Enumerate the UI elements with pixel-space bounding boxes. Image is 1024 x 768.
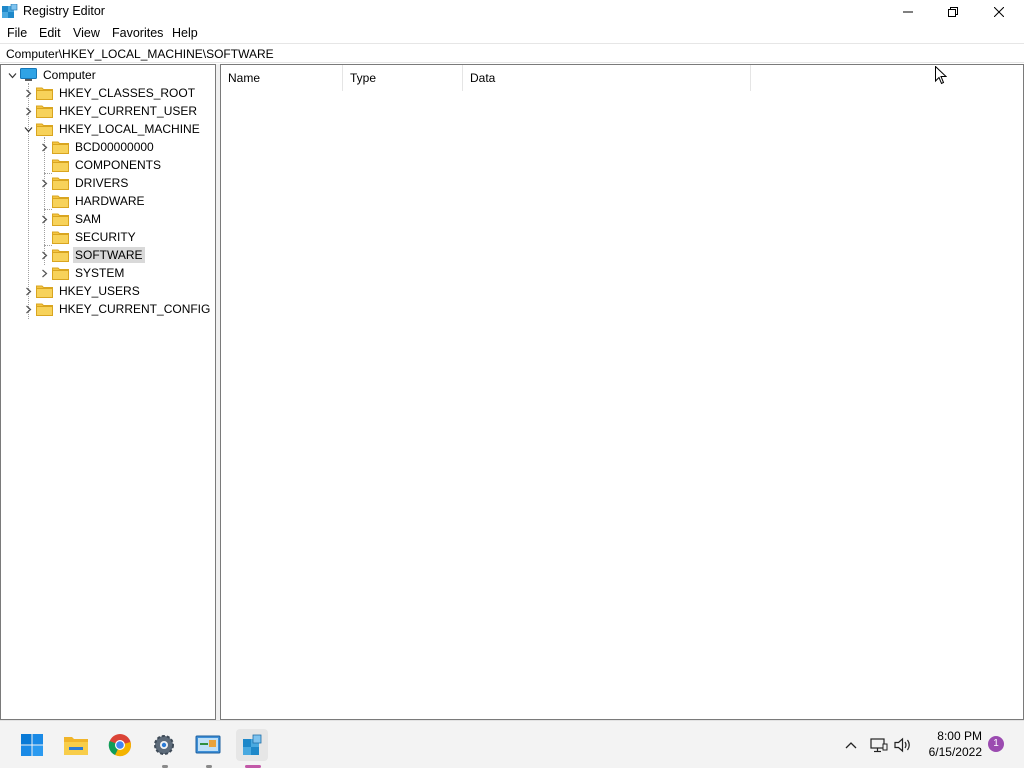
folder-icon — [52, 266, 69, 280]
settings-icon[interactable] — [148, 729, 180, 761]
tree-item-drivers[interactable]: DRIVERS — [36, 174, 130, 192]
folder-icon — [36, 104, 53, 118]
control-panel-icon[interactable] — [192, 729, 224, 761]
menu-view[interactable]: View — [73, 25, 100, 41]
chevron-down-icon[interactable] — [4, 66, 20, 84]
menu-file[interactable]: File — [7, 25, 27, 41]
tree-item-bcd00000000[interactable]: BCD00000000 — [36, 138, 156, 156]
tree-item-software[interactable]: SOFTWARE — [36, 246, 145, 264]
clock-date: 6/15/2022 — [928, 745, 982, 759]
tree-item-system[interactable]: SYSTEM — [36, 264, 126, 282]
tree-pane[interactable]: Computer HKEY_CLASSES_ROOT HKEY_CURRENT_… — [0, 64, 216, 720]
registry-editor-icon — [2, 3, 18, 20]
values-list-pane[interactable]: Name Type Data — [220, 64, 1024, 720]
tree-item-hkey-classes-root[interactable]: HKEY_CLASSES_ROOT — [20, 84, 197, 102]
chevron-right-icon[interactable] — [20, 84, 36, 102]
tree-item-sam[interactable]: SAM — [36, 210, 103, 228]
folder-icon — [52, 194, 69, 208]
clock-time: 8:00 PM — [937, 729, 982, 743]
tree-item-label: HKEY_CLASSES_ROOT — [59, 86, 196, 100]
menu-help[interactable]: Help — [172, 25, 198, 41]
tree-item-hkey-current-user[interactable]: HKEY_CURRENT_USER — [20, 102, 199, 120]
tree-item-security[interactable]: SECURITY — [36, 228, 138, 246]
folder-icon — [36, 86, 53, 100]
folder-icon — [52, 158, 69, 172]
folder-icon — [36, 302, 53, 316]
chevron-down-icon[interactable] — [20, 120, 36, 138]
menu-bar: File Edit View Favorites Help — [0, 24, 1024, 42]
tree-item-components[interactable]: COMPONENTS — [36, 156, 163, 174]
chevron-right-icon[interactable] — [20, 300, 36, 318]
minimize-button[interactable] — [885, 0, 931, 24]
chevron-right-icon[interactable] — [20, 102, 36, 120]
tree-item-label: HKEY_CURRENT_USER — [59, 104, 198, 118]
tree-item-hardware[interactable]: HARDWARE — [36, 192, 147, 210]
network-icon[interactable] — [868, 729, 890, 761]
list-header: Name Type Data — [221, 65, 1023, 91]
menu-favorites[interactable]: Favorites — [112, 25, 163, 41]
show-hidden-icons-chevron-up-icon[interactable] — [840, 729, 862, 761]
tree-item-label: SYSTEM — [75, 266, 125, 280]
registry-editor-icon[interactable] — [236, 729, 268, 761]
column-header-data[interactable]: Data — [463, 65, 751, 91]
taskbar-clock[interactable]: 8:00 PM 6/15/2022 — [918, 728, 982, 760]
taskbar: 8:00 PM 6/15/2022 — [0, 720, 1024, 768]
chevron-right-icon[interactable] — [36, 138, 52, 156]
folder-icon — [52, 212, 69, 226]
chevron-right-icon[interactable] — [20, 282, 36, 300]
chevron-right-icon[interactable] — [36, 246, 52, 264]
tree-item-hkey-current-config[interactable]: HKEY_CURRENT_CONFIG — [20, 300, 212, 318]
folder-icon — [52, 140, 69, 154]
tree-item-hkey-local-machine[interactable]: HKEY_LOCAL_MACHINE — [20, 120, 202, 138]
address-path[interactable]: Computer\HKEY_LOCAL_MACHINE\SOFTWARE — [6, 46, 274, 62]
window-title: Registry Editor — [23, 4, 105, 18]
folder-icon — [52, 230, 69, 244]
tree-item-label: SECURITY — [75, 230, 136, 244]
notification-badge[interactable]: 1 — [988, 736, 1004, 752]
folder-icon — [52, 176, 69, 190]
tree-item-label: DRIVERS — [75, 176, 129, 190]
tree-item-label: HKEY_CURRENT_CONFIG — [59, 302, 211, 316]
mouse-pointer-icon — [935, 65, 948, 88]
tree-item-label: HKEY_USERS — [59, 284, 140, 298]
chevron-right-icon[interactable] — [36, 210, 52, 228]
menu-edit[interactable]: Edit — [39, 25, 61, 41]
column-header-name[interactable]: Name — [221, 65, 343, 91]
chrome-icon[interactable] — [104, 729, 136, 761]
address-bar[interactable]: Computer\HKEY_LOCAL_MACHINE\SOFTWARE — [0, 43, 1024, 63]
folder-icon — [52, 248, 69, 262]
computer-icon — [20, 68, 37, 82]
tree-item-label: HKEY_LOCAL_MACHINE — [59, 122, 200, 136]
file-explorer-icon[interactable] — [60, 729, 92, 761]
chevron-right-icon[interactable] — [36, 174, 52, 192]
close-button[interactable] — [976, 0, 1022, 24]
tree-item-label: SOFTWARE — [73, 247, 145, 263]
tree-item-label: Computer — [43, 68, 96, 82]
tree-item-label: COMPONENTS — [75, 158, 162, 172]
restore-button[interactable] — [930, 0, 976, 24]
tree-item-label: HARDWARE — [75, 194, 145, 208]
folder-icon — [36, 284, 53, 298]
tree-item-computer[interactable]: Computer — [4, 66, 98, 84]
tree-item-label: BCD00000000 — [75, 140, 154, 154]
tree-item-hkey-users[interactable]: HKEY_USERS — [20, 282, 142, 300]
title-bar: Registry Editor — [0, 0, 1024, 24]
tree-item-label: SAM — [75, 212, 102, 226]
volume-icon[interactable] — [892, 729, 914, 761]
column-header-type[interactable]: Type — [343, 65, 463, 91]
start-icon[interactable] — [16, 729, 48, 761]
chevron-right-icon[interactable] — [36, 264, 52, 282]
folder-icon — [36, 122, 53, 136]
